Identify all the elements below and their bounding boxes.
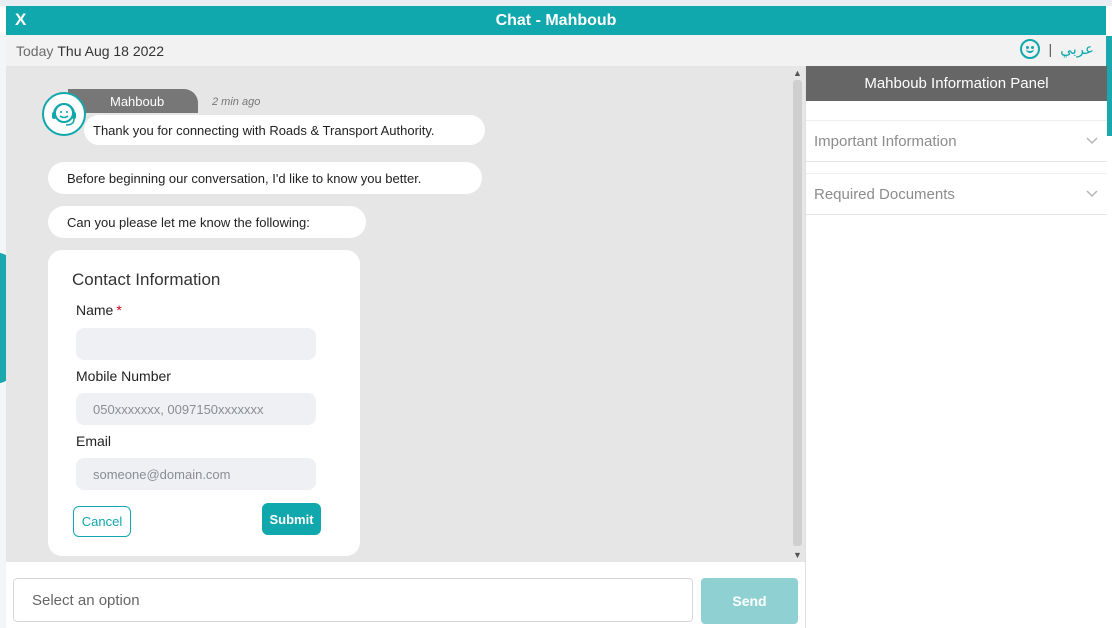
send-button[interactable]: Send [701,578,798,624]
name-field[interactable] [76,328,316,360]
accordion-important-information[interactable]: Important Information [806,120,1107,162]
mobile-number-field[interactable] [76,393,316,425]
message-timestamp: 2 min ago [212,96,261,108]
email-field[interactable] [76,458,316,490]
close-icon[interactable]: X [15,10,26,30]
header-actions: | عربي [1020,39,1094,59]
agent-avatar [42,92,86,136]
message-input-bar: Send [6,562,806,628]
header-divider: | [1048,41,1053,57]
window-title: Chat - Mahboub [495,11,617,29]
scroll-up-icon[interactable]: ▲ [793,68,802,78]
submit-button[interactable]: Submit [262,503,321,535]
date-bar: Today Thu Aug 18 2022 | عربي [6,35,1106,66]
accordion-label: Required Documents [814,185,955,203]
conversation-date: Thu Aug 18 2022 [57,42,165,59]
chat-window: X Chat - Mahboub Today Thu Aug 18 2022 |… [6,6,1107,628]
chevron-down-icon [1086,190,1098,198]
information-panel: Mahboub Information Panel Important Info… [805,66,1107,628]
name-label-text: Name [76,302,114,318]
agent-name: Mahboub [68,89,198,113]
title-bar: X Chat - Mahboub [6,6,1106,35]
form-title: Contact Information [72,270,221,289]
scrollbar-thumb[interactable] [793,80,802,546]
select-option-input[interactable] [13,578,693,622]
language-toggle-link[interactable]: عربي [1060,40,1094,58]
email-label: Email [76,433,112,449]
conversation-area[interactable]: Mahboub 2 min ago Thank you for connecti… [6,66,790,562]
contact-information-form: Contact Information Name * Mobile Number … [48,250,360,556]
agent-message: Thank you for connecting with Roads & Tr… [84,115,485,145]
required-indicator: * [116,302,122,318]
mobile-label: Mobile Number [76,368,171,384]
scroll-down-icon[interactable]: ▼ [793,550,802,560]
agent-message: Can you please let me know the following… [48,206,366,238]
conversation-scrollbar[interactable]: ▲ ▼ [790,66,805,562]
name-label: Name * [76,302,122,318]
agent-headset-icon [52,103,76,126]
panel-title: Mahboub Information Panel [806,66,1107,101]
agent-message: Before beginning our conversation, I'd l… [48,162,482,194]
accordion-required-documents[interactable]: Required Documents [806,173,1107,215]
cancel-button[interactable]: Cancel [73,506,131,537]
chevron-down-icon [1086,137,1098,145]
today-label: Today [16,42,54,59]
accordion-label: Important Information [814,132,957,150]
smiley-icon[interactable] [1020,39,1041,59]
